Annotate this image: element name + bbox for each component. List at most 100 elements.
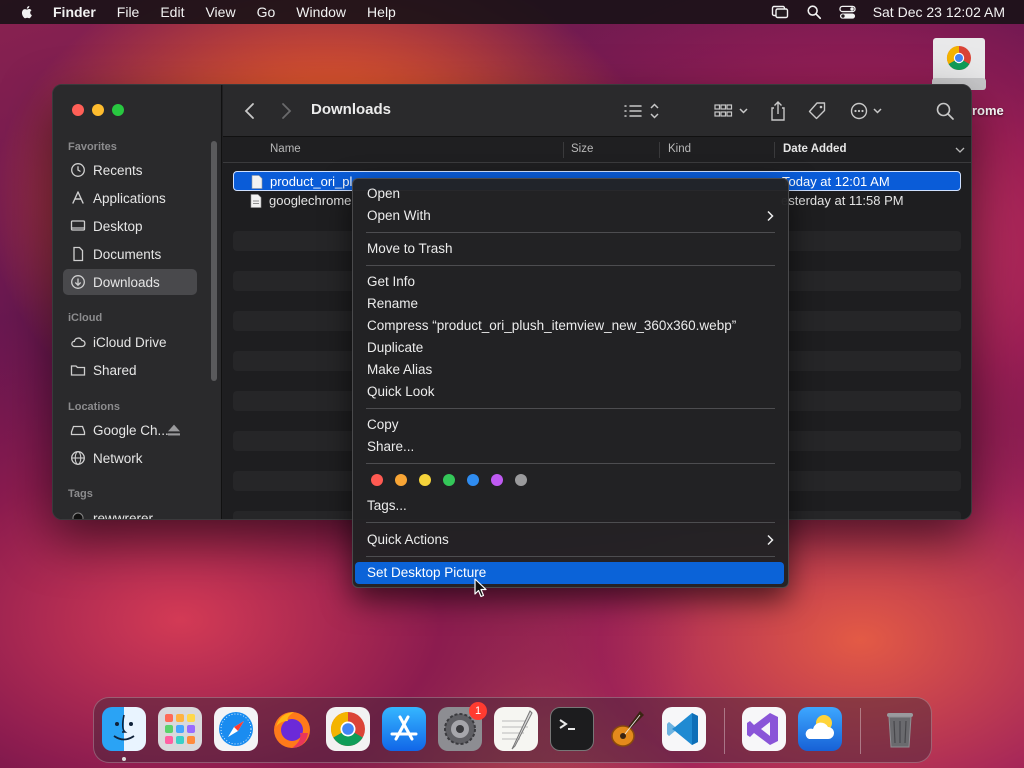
dock-firefox-icon[interactable] xyxy=(270,707,314,751)
sidebar-item-tag[interactable]: rewwrerer xyxy=(63,505,197,519)
menu-item-get-info[interactable]: Get Info xyxy=(355,271,784,293)
finder-toolbar: Downloads xyxy=(223,85,971,137)
menu-file[interactable]: File xyxy=(117,0,140,24)
dock-textedit-icon[interactable] xyxy=(494,707,538,751)
menu-item-tags[interactable]: Tags... xyxy=(355,495,784,517)
tag-red-dot[interactable] xyxy=(371,474,383,486)
menu-item-share[interactable]: Share... xyxy=(355,436,784,458)
menu-item-quick-look[interactable]: Quick Look xyxy=(355,381,784,403)
dock-visual-studio-icon[interactable] xyxy=(742,707,786,751)
menu-item-compress[interactable]: Compress “product_ori_plush_itemview_new… xyxy=(355,315,784,337)
dock-safari-icon[interactable] xyxy=(214,707,258,751)
control-center-icon[interactable] xyxy=(839,3,857,21)
search-button[interactable] xyxy=(935,100,955,122)
menu-finder[interactable]: Finder xyxy=(53,0,96,24)
context-menu: Open Open With Move to Trash Get Info Re… xyxy=(352,178,789,588)
applications-icon xyxy=(72,191,84,204)
file-name: googlechrome xyxy=(269,193,352,208)
dock-trash-icon[interactable] xyxy=(878,707,922,751)
view-options-button[interactable] xyxy=(623,100,663,122)
sidebar-item-desktop[interactable]: Desktop xyxy=(63,213,197,239)
sidebar-item-recents[interactable]: Recents xyxy=(63,157,197,183)
chevron-right-icon xyxy=(282,103,292,119)
forward-button[interactable] xyxy=(279,100,293,122)
menu-item-set-desktop-picture[interactable]: Set Desktop Picture xyxy=(355,562,784,584)
menu-help[interactable]: Help xyxy=(367,0,396,24)
menu-item-make-alias[interactable]: Make Alias xyxy=(355,359,784,381)
dock-app-store-icon[interactable] xyxy=(382,707,426,751)
sidebar-item-google-chrome-volume[interactable]: Google Ch... xyxy=(63,417,197,443)
sidebar-item-network[interactable]: Network xyxy=(63,445,197,471)
dock-garageband-icon[interactable] xyxy=(606,707,650,751)
tags-button[interactable] xyxy=(807,100,827,122)
finder-sidebar: Favorites Recents Applications Desktop D… xyxy=(53,85,222,519)
grid-icon xyxy=(714,104,748,117)
screen-mirroring-icon[interactable] xyxy=(771,3,789,21)
dock-weather-icon[interactable] xyxy=(798,707,842,751)
zoom-window-button[interactable] xyxy=(112,104,124,116)
eject-icon[interactable] xyxy=(166,422,182,438)
dock-system-settings-icon[interactable]: 1 xyxy=(438,702,487,751)
tag-yellow-dot[interactable] xyxy=(419,474,431,486)
menu-go[interactable]: Go xyxy=(257,0,276,24)
tag-gray-dot[interactable] xyxy=(515,474,527,486)
chevron-right-icon xyxy=(767,534,774,546)
search-icon xyxy=(936,102,954,120)
menu-item-duplicate[interactable]: Duplicate xyxy=(355,337,784,359)
action-button[interactable] xyxy=(849,100,887,122)
menu-view[interactable]: View xyxy=(205,0,235,24)
tag-color-picker xyxy=(371,474,527,486)
dock-terminal-icon[interactable] xyxy=(550,707,594,751)
shared-folder-icon xyxy=(70,365,86,376)
tag-orange-dot[interactable] xyxy=(395,474,407,486)
group-button[interactable] xyxy=(713,100,751,122)
sidebar-tags-heading: Tags xyxy=(68,488,93,500)
menu-item-move-to-trash[interactable]: Move to Trash xyxy=(355,238,784,260)
sidebar-item-documents[interactable]: Documents xyxy=(63,241,197,267)
window-title: Downloads xyxy=(311,101,392,118)
share-button[interactable] xyxy=(769,100,787,122)
menu-clock[interactable]: Sat Dec 23 12:02 AM xyxy=(873,4,1005,20)
sidebar-scrollbar[interactable] xyxy=(211,141,217,381)
menu-item-rename[interactable]: Rename xyxy=(355,293,784,315)
menu-item-copy[interactable]: Copy xyxy=(355,414,784,436)
document-icon xyxy=(73,246,84,262)
menu-item-open-with[interactable]: Open With xyxy=(355,205,784,227)
minimize-window-button[interactable] xyxy=(92,104,104,116)
column-header-date-added[interactable]: Date Added xyxy=(783,143,846,155)
menu-item-quick-actions[interactable]: Quick Actions xyxy=(355,529,784,551)
sidebar-item-applications[interactable]: Applications xyxy=(63,185,197,211)
apple-menu-icon[interactable] xyxy=(19,4,35,20)
share-icon xyxy=(771,101,785,121)
sidebar-item-downloads[interactable]: Downloads xyxy=(63,269,197,295)
back-button[interactable] xyxy=(243,100,257,122)
running-indicator xyxy=(122,757,126,761)
menu-edit[interactable]: Edit xyxy=(160,0,184,24)
sidebar-item-icloud-drive[interactable]: iCloud Drive xyxy=(63,329,197,355)
sidebar-item-shared[interactable]: Shared xyxy=(63,357,197,383)
column-header-kind[interactable]: Kind xyxy=(668,143,691,155)
file-date-added: esterday at 11:58 PM xyxy=(781,193,904,208)
sort-chevron-icon xyxy=(955,147,965,153)
external-drive-icon xyxy=(70,425,86,436)
desktop-icon xyxy=(70,220,86,231)
menu-window[interactable]: Window xyxy=(296,0,346,24)
dock-chrome-icon[interactable] xyxy=(326,707,370,751)
chevron-left-icon xyxy=(244,103,254,119)
dock-vscode-icon[interactable] xyxy=(662,707,706,751)
column-header-name[interactable]: Name xyxy=(270,143,301,155)
mouse-cursor-icon xyxy=(474,578,487,598)
tag-blue-dot[interactable] xyxy=(467,474,479,486)
sidebar-icloud-heading: iCloud xyxy=(68,312,103,324)
image-file-icon xyxy=(251,175,263,189)
column-header-size[interactable]: Size xyxy=(571,143,593,155)
spotlight-search-icon[interactable] xyxy=(805,3,823,21)
sidebar-locations-heading: Locations xyxy=(68,401,120,413)
window-controls xyxy=(72,104,124,116)
tag-purple-dot[interactable] xyxy=(491,474,503,486)
dock-finder-icon[interactable] xyxy=(102,707,146,751)
dock-launchpad-icon[interactable] xyxy=(158,707,202,751)
close-window-button[interactable] xyxy=(72,104,84,116)
menu-item-open[interactable]: Open xyxy=(355,183,784,205)
tag-green-dot[interactable] xyxy=(443,474,455,486)
